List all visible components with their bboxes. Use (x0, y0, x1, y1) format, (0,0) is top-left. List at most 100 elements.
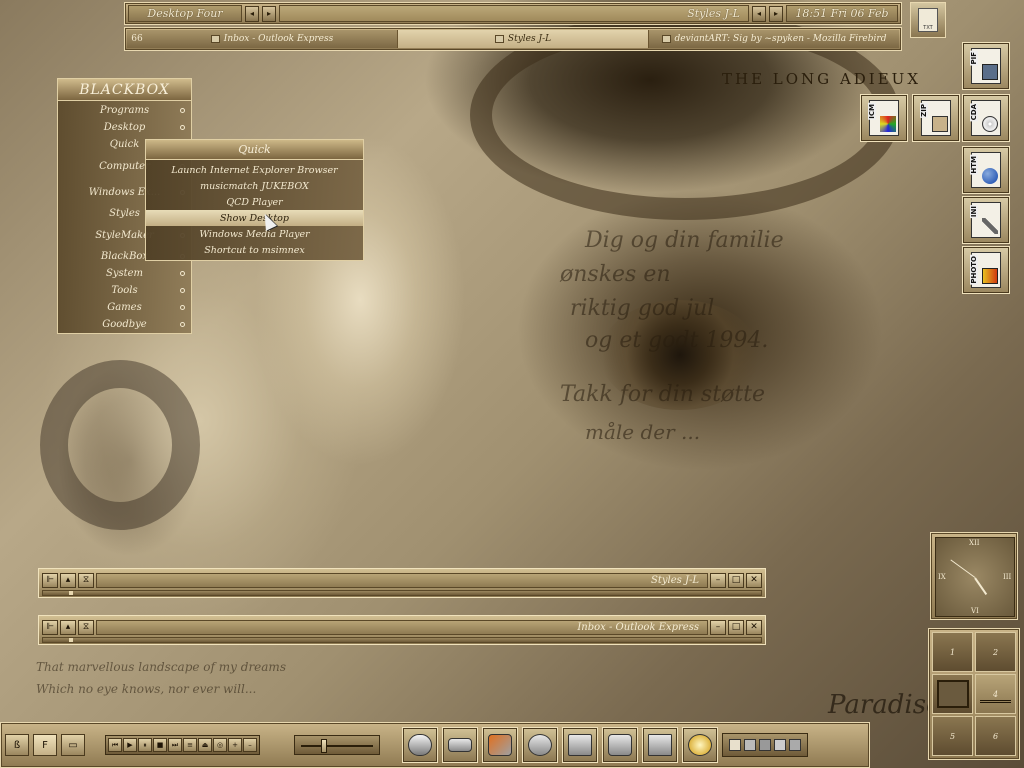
media-volume-down-button[interactable]: – (243, 738, 257, 752)
window-handle[interactable] (42, 590, 762, 596)
window-menu-button[interactable]: ⊩ (42, 572, 58, 588)
media-repeat-button[interactable]: ◎ (213, 738, 227, 752)
blackbox-menu-title[interactable]: BLACKBOX (58, 79, 191, 101)
media-play-button[interactable]: ▶ (123, 738, 137, 752)
icm-file-icon[interactable]: ICM (860, 94, 908, 142)
slider-knob[interactable] (321, 739, 328, 753)
window-label-field[interactable]: Styles J-L (279, 5, 749, 22)
slider-track (301, 745, 373, 747)
media-playlist-button[interactable]: ≡ (183, 738, 197, 752)
menu-item-tools[interactable]: Tools (58, 282, 191, 299)
maximize-button[interactable]: □ (728, 572, 744, 588)
volume-slider[interactable] (294, 735, 380, 755)
clock-numeral-9: IX (938, 573, 946, 581)
launch-tools-icon[interactable] (482, 727, 518, 763)
htm-file-icon[interactable]: HTM (962, 146, 1010, 194)
sticky-button[interactable]: ⧖ (78, 619, 94, 635)
window-icon (608, 734, 632, 756)
launch-documents-icon[interactable] (642, 727, 678, 763)
wrench-tool-icon (488, 734, 512, 756)
zip-file-icon[interactable]: ZIP (912, 94, 960, 142)
quick-item-show-desktop[interactable]: Show Desktop (146, 210, 363, 226)
menu-item-label: Goodbye (102, 319, 147, 330)
quick-submenu-title[interactable]: Quick (146, 140, 363, 160)
launch-link-icon[interactable] (402, 727, 438, 763)
launch-window-icon[interactable] (602, 727, 638, 763)
pen-tray-icon[interactable] (759, 739, 771, 751)
media-eject-button[interactable]: ⏏ (198, 738, 212, 752)
window-title-bar[interactable]: Styles J-L (96, 572, 708, 588)
media-stop-button[interactable]: ■ (153, 738, 167, 752)
quick-item-ie[interactable]: Launch Internet Explorer Browser (146, 162, 363, 178)
quick-item-msimn[interactable]: Shortcut to msimnex (146, 242, 363, 258)
menu-item-goodbye[interactable]: Goodbye (58, 316, 191, 333)
folder-icon (568, 734, 592, 756)
photo-file-icon[interactable]: PHOTO (962, 246, 1010, 294)
pager-desktop-3[interactable]: 3 (932, 674, 973, 714)
quick-item-qcd[interactable]: QCD Player (146, 194, 363, 210)
clock-numeral-12: XII (969, 539, 980, 547)
network-tray-icon[interactable] (744, 739, 756, 751)
quick-submenu: Quick Launch Internet Explorer Browser m… (145, 139, 364, 261)
resize-grip[interactable] (69, 638, 73, 642)
launch-power-icon[interactable] (682, 727, 718, 763)
prev-window-button[interactable]: ◂ (752, 5, 766, 22)
window-handle[interactable] (42, 637, 762, 643)
system-tray (722, 733, 808, 757)
media-prev-button[interactable]: ⏮ (108, 738, 122, 752)
menu-item-programs[interactable]: Programs (58, 102, 191, 119)
launch-folder-icon[interactable] (562, 727, 598, 763)
cda-file-icon[interactable]: CDA (962, 94, 1010, 142)
explorer-button[interactable]: F (33, 734, 57, 756)
task-firebird[interactable]: deviantART: Sig by ~spyken - Mozilla Fir… (649, 30, 899, 48)
pager-desktop-2[interactable]: 2 (975, 632, 1016, 672)
quick-item-wmp[interactable]: Windows Media Player (146, 226, 363, 242)
sticky-button[interactable]: ⧖ (78, 572, 94, 588)
flag-tray-icon[interactable] (729, 739, 741, 751)
task-list: 66 Inbox - Outlook Express Styles J-L de… (124, 27, 902, 51)
shade-button[interactable]: ▴ (60, 619, 76, 635)
task-outlook[interactable]: Inbox - Outlook Express (147, 30, 398, 48)
launch-film-icon[interactable] (522, 727, 558, 763)
pager-number: 6 (992, 731, 999, 741)
show-desktop-button[interactable]: ▭ (61, 734, 85, 756)
ini-file-icon[interactable]: INI (962, 196, 1010, 244)
prev-workspace-button[interactable]: ◂ (245, 5, 259, 22)
text-file-icon: TXT (918, 8, 938, 32)
clock-numeral-3: III (1003, 573, 1012, 581)
display-tray-icon[interactable] (774, 739, 786, 751)
window-menu-button[interactable]: ⊩ (42, 619, 58, 635)
launch-drive-icon[interactable] (442, 727, 478, 763)
media-pause-button[interactable]: ⏸ (138, 738, 152, 752)
next-workspace-button[interactable]: ▸ (262, 5, 276, 22)
pager-desktop-1[interactable]: 1 (932, 632, 973, 672)
menu-item-system[interactable]: System (58, 265, 191, 282)
quick-item-jukebox[interactable]: musicmatch JUKEBOX (146, 178, 363, 194)
workspace-label-box[interactable]: Desktop Four (128, 5, 242, 22)
window-title: Inbox - Outlook Express (577, 621, 699, 633)
menu-item-games[interactable]: Games (58, 299, 191, 316)
pager-desktop-5[interactable]: 5 (932, 716, 973, 756)
pif-file-icon[interactable]: PIF (962, 42, 1010, 90)
wallpaper-script-1: Dig og din familie (585, 228, 784, 253)
monitor-tray-icon[interactable] (789, 739, 801, 751)
maximize-button[interactable]: □ (728, 619, 744, 635)
minimize-button[interactable]: – (710, 572, 726, 588)
blackbox-logo-button[interactable]: ß (5, 734, 29, 756)
media-next-button[interactable]: ⏭ (168, 738, 182, 752)
task-styles[interactable]: Styles J-L (398, 30, 649, 48)
menu-item-desktop[interactable]: Desktop (58, 119, 191, 136)
pager-desktop-4[interactable]: 4 (975, 674, 1016, 714)
media-volume-up-button[interactable]: + (228, 738, 242, 752)
window-title-bar[interactable]: Inbox - Outlook Express (96, 619, 708, 635)
resize-grip[interactable] (69, 591, 73, 595)
clock-numeral-6: VI (971, 607, 979, 615)
close-button[interactable]: ✕ (746, 619, 762, 635)
pager-desktop-6[interactable]: 6 (975, 716, 1016, 756)
minimize-button[interactable]: – (710, 619, 726, 635)
shade-button[interactable]: ▴ (60, 572, 76, 588)
next-window-button[interactable]: ▸ (769, 5, 783, 22)
close-button[interactable]: ✕ (746, 572, 762, 588)
txt-tray-icon[interactable]: TXT (910, 2, 946, 38)
clock-box[interactable]: 18:51 Fri 06 Feb (786, 5, 898, 22)
